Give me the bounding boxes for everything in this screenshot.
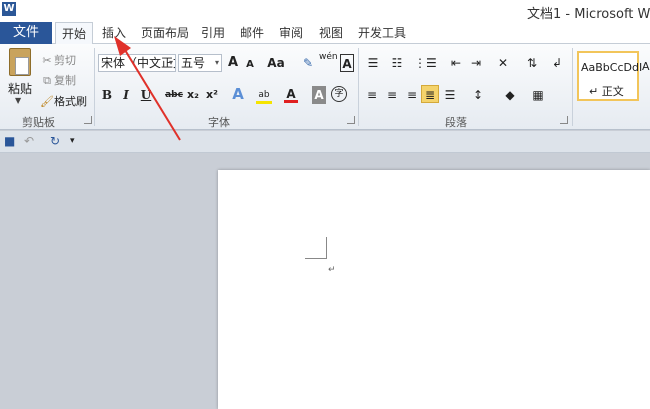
watermark-logo: S: [470, 320, 510, 360]
sogou-watermark: S 搜狗指南 zhinan.sogou.com: [470, 318, 640, 388]
watermark-url: zhinan.sogou.com: [474, 366, 609, 381]
watermark-text: 搜狗指南: [518, 327, 639, 360]
arrow-head: [114, 36, 131, 56]
arrow-shaft: [124, 49, 181, 141]
